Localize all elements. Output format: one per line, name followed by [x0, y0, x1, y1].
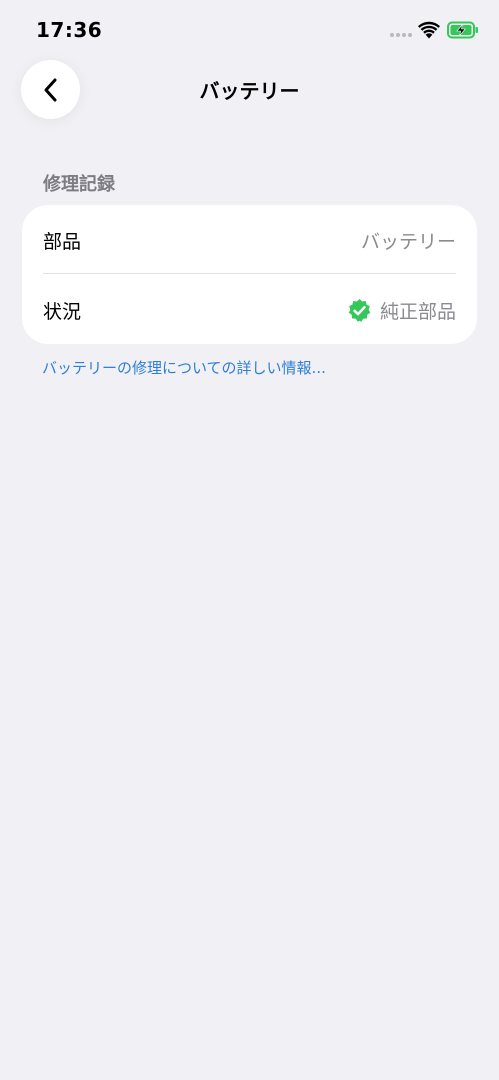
list-item-part: 部品 バッテリー — [22, 205, 477, 274]
status-time: 17:36 — [36, 18, 103, 42]
battery-charging-icon — [447, 21, 478, 39]
section-header: 修理記録 — [43, 174, 115, 195]
battery-repair-info-link[interactable]: バッテリーの修理についての詳しい情報... — [42, 357, 326, 378]
row-value: バッテリー — [361, 227, 456, 254]
row-label: 部品 — [43, 231, 82, 253]
navigation-bar: バッテリー — [0, 60, 499, 120]
status-bar: 17:36 — [0, 0, 499, 60]
divider — [43, 273, 456, 274]
list-item-status: 状況 純正部品 — [22, 275, 477, 344]
cellular-signal-icon — [390, 33, 412, 37]
row-value-text: バッテリー — [360, 231, 456, 253]
page-title: バッテリー — [199, 79, 300, 103]
row-value-text: 純正部品 — [379, 301, 456, 323]
row-value: 純正部品 — [347, 297, 456, 324]
repair-history-card: 部品 バッテリー 状況 純正部品 — [22, 205, 477, 344]
row-label: 状況 — [43, 301, 82, 323]
wifi-icon — [418, 21, 440, 39]
verified-badge-icon — [348, 299, 371, 322]
